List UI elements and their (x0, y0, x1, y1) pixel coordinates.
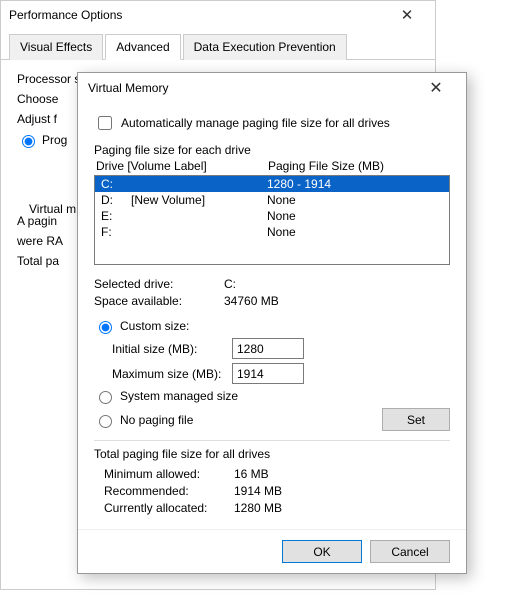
maximum-size-row: Maximum size (MB): (112, 363, 450, 384)
programs-label: Prog (42, 133, 67, 147)
system-managed-label: System managed size (120, 389, 238, 403)
selected-drive-label: Selected drive: (94, 277, 224, 291)
current-allocated-label: Currently allocated: (104, 501, 234, 515)
no-paging-radio[interactable] (99, 415, 112, 428)
selected-drive-info: Selected drive: C: Space available: 3476… (94, 277, 450, 308)
dialog-buttons: OK Cancel (78, 529, 466, 573)
min-allowed-value: 16 MB (234, 467, 450, 481)
drive-volume-label (131, 177, 267, 191)
ok-button[interactable]: OK (282, 540, 362, 563)
programs-radio[interactable] (22, 135, 35, 148)
col-drive-label: Drive [Volume Label] (96, 159, 268, 173)
no-paging-label: No paging file (120, 413, 193, 427)
divider (94, 440, 450, 441)
initial-size-row: Initial size (MB): (112, 338, 450, 359)
recommended-value: 1914 MB (234, 484, 450, 498)
virtual-memory-group-label: Virtual m (25, 202, 80, 216)
virtual-memory-dialog: Virtual Memory ✕ Automatically manage pa… (77, 72, 467, 574)
initial-size-input[interactable] (232, 338, 304, 359)
maximum-size-label: Maximum size (MB): (112, 367, 222, 381)
drive-row[interactable]: E: None (95, 208, 449, 224)
drive-row[interactable]: C: 1280 - 1914 (95, 176, 449, 192)
tab-dep[interactable]: Data Execution Prevention (183, 34, 347, 60)
perf-close-icon[interactable]: ✕ (387, 6, 427, 24)
system-managed-radio[interactable] (99, 391, 112, 404)
drive-letter: C: (101, 177, 131, 191)
drive-letter: E: (101, 209, 131, 223)
perf-title: Performance Options (9, 8, 122, 22)
drive-paging-size: None (267, 209, 296, 223)
custom-size-label: Custom size: (120, 319, 189, 333)
drive-paging-size: 1280 - 1914 (267, 177, 331, 191)
totals-grid: Minimum allowed: 16 MB Recommended: 1914… (104, 467, 450, 515)
perf-tabs: Visual Effects Advanced Data Execution P… (1, 29, 435, 60)
tab-advanced[interactable]: Advanced (105, 34, 180, 60)
space-available-value: 34760 MB (224, 294, 450, 308)
drive-list-header: Drive [Volume Label] Paging File Size (M… (94, 159, 450, 173)
close-icon[interactable]: ✕ (416, 78, 456, 98)
drive-letter: D: (101, 193, 131, 207)
drive-volume-label: [New Volume] (131, 193, 267, 207)
drive-list[interactable]: C:1280 - 1914D:[New Volume]NoneE:NoneF:N… (94, 175, 450, 265)
current-allocated-value: 1280 MB (234, 501, 450, 515)
auto-manage-label: Automatically manage paging file size fo… (121, 116, 390, 130)
drive-volume-label (131, 225, 267, 239)
min-allowed-label: Minimum allowed: (104, 467, 234, 481)
drive-letter: F: (101, 225, 131, 239)
drive-row[interactable]: F: None (95, 224, 449, 240)
initial-size-label: Initial size (MB): (112, 342, 222, 356)
vm-title: Virtual Memory (88, 81, 168, 95)
tab-visual-effects[interactable]: Visual Effects (9, 34, 103, 60)
recommended-label: Recommended: (104, 484, 234, 498)
drive-row[interactable]: D:[New Volume]None (95, 192, 449, 208)
totals-label: Total paging file size for all drives (94, 447, 450, 461)
auto-manage-row: Automatically manage paging file size fo… (94, 113, 450, 133)
drive-volume-label (131, 209, 267, 223)
col-size-label: Paging File Size (MB) (268, 159, 384, 173)
custom-size-radio[interactable] (99, 321, 112, 334)
drive-paging-size: None (267, 225, 296, 239)
each-drive-label: Paging file size for each drive (94, 143, 450, 157)
selected-drive-value: C: (224, 277, 450, 291)
space-available-label: Space available: (94, 294, 224, 308)
no-paging-option: No paging file (94, 412, 193, 428)
cancel-button[interactable]: Cancel (370, 540, 450, 563)
system-managed-option: System managed size (94, 388, 450, 404)
drive-paging-size: None (267, 193, 296, 207)
set-button[interactable]: Set (382, 408, 450, 431)
perf-title-bar: Performance Options ✕ (1, 1, 435, 29)
auto-manage-checkbox[interactable] (98, 116, 112, 130)
vm-title-bar: Virtual Memory ✕ (78, 73, 466, 103)
maximum-size-input[interactable] (232, 363, 304, 384)
custom-size-option: Custom size: (94, 318, 450, 334)
